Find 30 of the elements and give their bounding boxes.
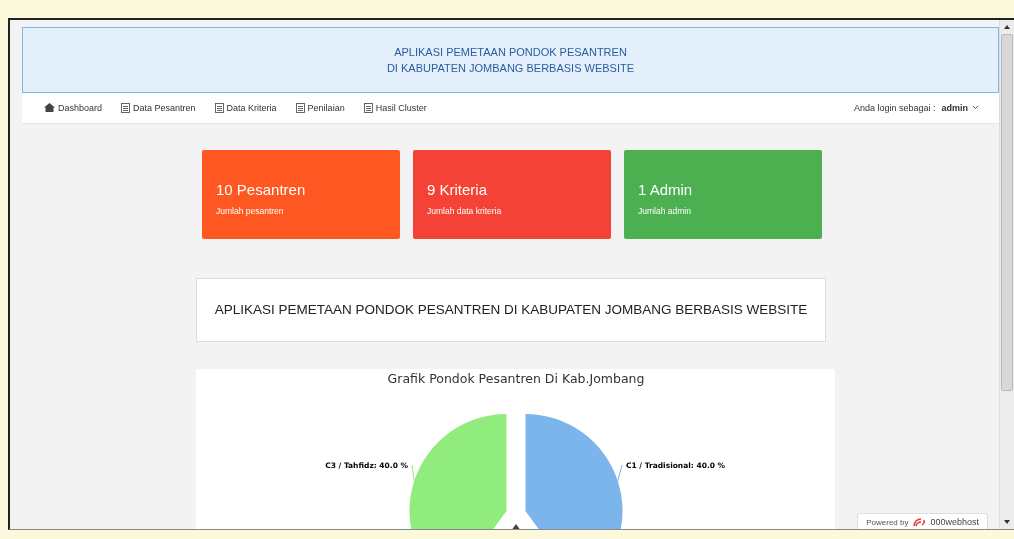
chart-title: Grafik Pondok Pesantren Di Kab.Jombang	[387, 371, 645, 386]
nav-link[interactable]: Dashboard	[44, 102, 103, 113]
card-title: 10 Pesantren	[216, 181, 307, 198]
card-subtitle: Jumlah data kriteria	[427, 206, 503, 216]
card-subtitle: Jumlah pesantren	[216, 206, 285, 216]
document-icon	[121, 102, 131, 113]
app-title: APLIKASI PEMETAAN PONDOK PESANTREN	[394, 45, 627, 58]
leader-line	[617, 464, 623, 482]
badge-text: Powered by	[866, 517, 909, 527]
card-title: 9 Kriteria	[427, 181, 489, 198]
nav-link[interactable]: Data Pesantren	[121, 102, 196, 113]
powered-by-badge[interactable]: Powered by 000webhost	[857, 513, 988, 529]
caret-icon[interactable]	[972, 105, 979, 111]
brand-name: 000webhost	[930, 517, 979, 527]
card-subtitle: Jumlah admin	[638, 206, 692, 216]
document-icon	[363, 102, 373, 113]
app-title: DI KABUPATEN JOMBANG BERBASIS WEBSITE	[386, 61, 635, 74]
card-title: 1 Admin	[638, 181, 694, 198]
document-icon	[214, 102, 224, 113]
nav-link[interactable]: Data Kriteria	[214, 102, 277, 113]
document-icon	[295, 102, 305, 113]
scrollbar[interactable]	[999, 20, 1014, 529]
login-label: Anda login sebagai :	[853, 102, 936, 113]
home-icon	[44, 103, 55, 113]
nav-link[interactable]: Hasil Cluster	[363, 102, 427, 113]
nav-link[interactable]: Penilaian	[295, 102, 345, 113]
swirl-icon	[912, 517, 927, 527]
leader-line	[411, 464, 415, 482]
user-menu[interactable]: admin	[941, 102, 968, 113]
banner-title: APLIKASI PEMETAAN PONDOK PESANTREN DI KABUPATEN JOMBANG BERBASIS WEBSITE	[196, 278, 826, 342]
